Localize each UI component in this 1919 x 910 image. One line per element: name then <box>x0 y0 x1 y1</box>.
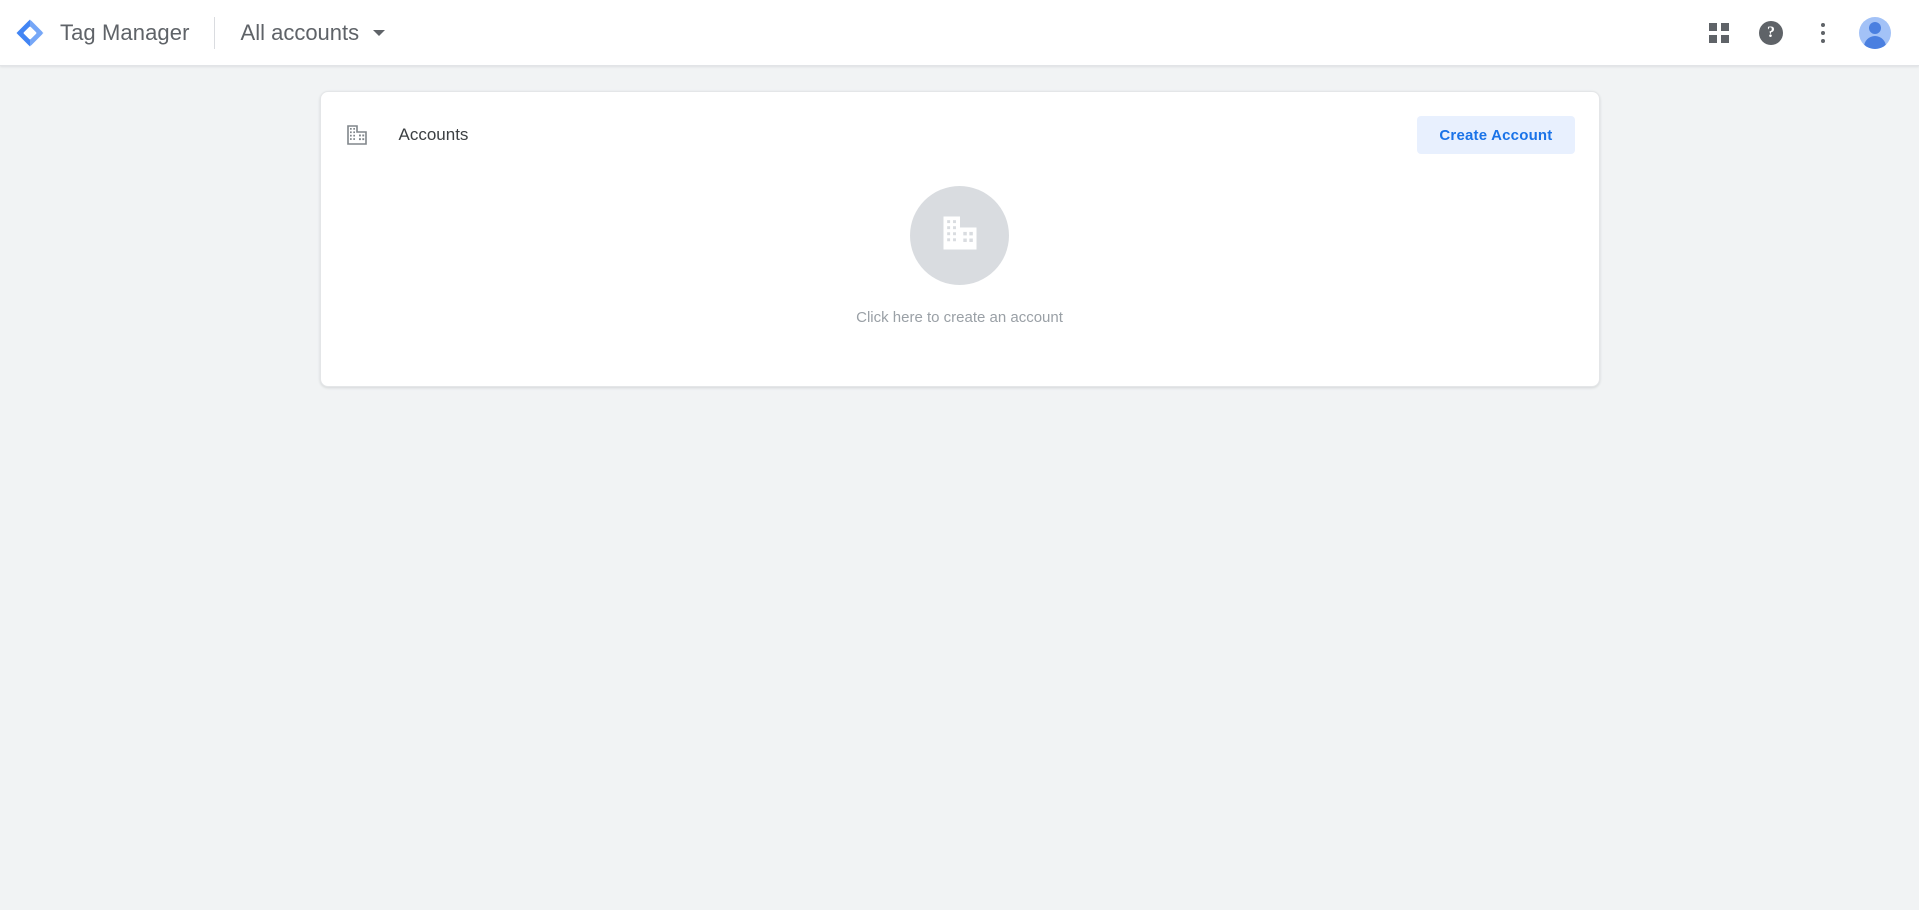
account-avatar-button[interactable] <box>1853 11 1897 55</box>
header-divider <box>213 16 215 49</box>
account-selector-label: All accounts <box>240 19 360 45</box>
accounts-card: Accounts Create Account Click here to cr… <box>319 91 1600 387</box>
empty-state-caption: Click here to create an account <box>856 309 1063 326</box>
more-vertical-icon <box>1821 22 1825 43</box>
more-options-button[interactable] <box>1801 11 1845 55</box>
account-selector[interactable]: All accounts <box>239 16 388 50</box>
building-domain-icon <box>345 123 369 147</box>
user-avatar-icon <box>1859 16 1891 49</box>
help-button[interactable]: ? <box>1749 11 1793 55</box>
help-question-icon: ? <box>1759 20 1783 45</box>
page-body: Accounts Create Account Click here to cr… <box>0 66 1919 910</box>
apps-grid-button[interactable] <box>1697 11 1741 55</box>
accounts-card-title: Accounts <box>398 125 469 144</box>
apps-grid-icon <box>1709 22 1729 43</box>
page-title: Tag Manager <box>60 19 190 45</box>
accounts-card-header: Accounts Create Account <box>321 92 1599 158</box>
app-header: Tag Manager All accounts ? <box>0 0 1919 66</box>
chevron-down-icon <box>373 29 386 36</box>
tag-manager-logo-icon[interactable] <box>14 17 46 49</box>
empty-state-icon-circle <box>910 186 1009 285</box>
header-left-group: Tag Manager All accounts <box>14 16 387 50</box>
empty-state-create-account[interactable]: Click here to create an account <box>321 158 1599 386</box>
building-domain-icon <box>938 211 982 260</box>
create-account-button[interactable]: Create Account <box>1417 116 1575 154</box>
header-right-group: ? <box>1697 11 1897 55</box>
